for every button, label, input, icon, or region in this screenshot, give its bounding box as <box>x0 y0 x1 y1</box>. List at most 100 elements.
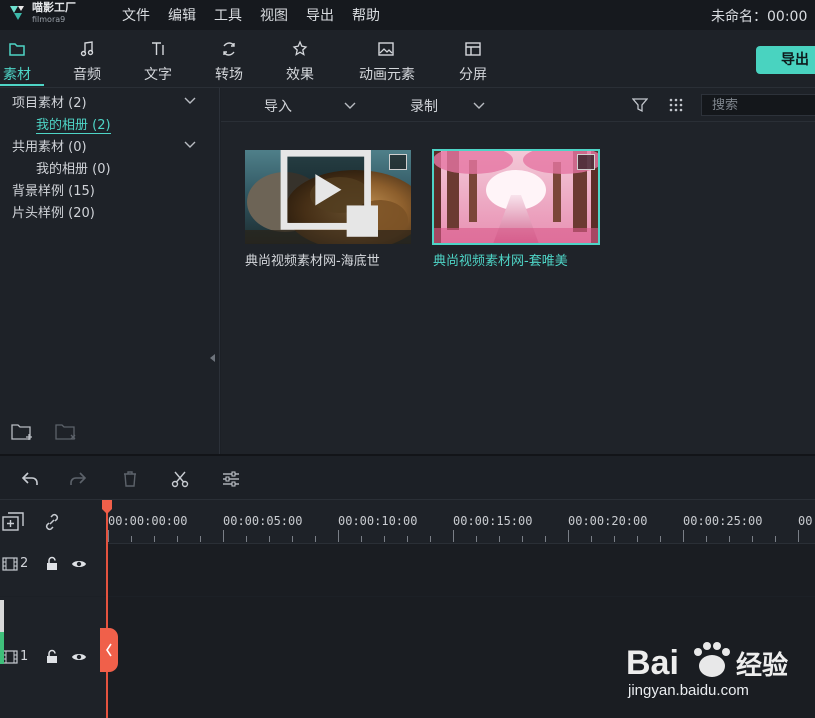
ruler-minor-tick <box>499 536 500 542</box>
ruler-time-label: 00 <box>798 514 813 528</box>
grid-view-icon[interactable] <box>668 97 684 113</box>
undo-icon[interactable] <box>20 470 40 488</box>
transition-icon <box>223 42 235 56</box>
tab-elements[interactable]: 动画元素 <box>359 40 415 86</box>
menu-export[interactable]: 导出 <box>306 5 334 25</box>
ruler-minor-tick <box>177 536 178 542</box>
ruler-minor-tick <box>131 536 132 542</box>
tab-label: 转场 <box>215 67 243 83</box>
tab-label: 分屏 <box>459 67 487 83</box>
logo-subtitle: filmora9 <box>32 15 66 24</box>
ruler-minor-tick <box>752 536 753 542</box>
ruler-minor-tick <box>407 536 408 542</box>
ruler-time-label: 00:00:05:00 <box>223 514 303 528</box>
record-label: 录制 <box>410 99 438 115</box>
ruler-minor-tick <box>154 536 155 542</box>
tree-item-my-album-project[interactable]: 我的相册 (2) <box>36 114 111 134</box>
filter-icon[interactable] <box>632 97 648 113</box>
track-lane-1[interactable] <box>106 597 815 718</box>
ruler-minor-tick <box>315 536 316 542</box>
adjust-settings-icon[interactable] <box>221 470 241 488</box>
record-dropdown[interactable]: 录制 <box>410 96 490 116</box>
audio-level-marker <box>0 632 4 664</box>
tab-label: 音频 <box>73 67 101 83</box>
import-dropdown[interactable]: 导入 <box>264 96 359 116</box>
ruler-minor-tick <box>591 536 592 542</box>
folder-icon <box>9 43 25 56</box>
tree-item-my-album-shared[interactable]: 我的相册 (0) <box>36 158 111 177</box>
export-button[interactable]: 导出 <box>756 46 815 74</box>
tab-media[interactable]: 素材 <box>0 40 44 86</box>
tree-item-shared-media[interactable]: 共用素材 (0) <box>12 136 87 155</box>
tab-split-screen[interactable]: 分屏 <box>446 40 500 86</box>
timeline-ruler[interactable]: 00:00:00:00 00:00:05:00 00:00:10:00 00:00:1… <box>106 500 815 544</box>
split-screen-icon <box>465 42 481 56</box>
tab-effects[interactable]: 效果 <box>273 40 327 86</box>
ruler-time-label: 00:00:20:00 <box>568 514 648 528</box>
ruler-minor-tick <box>706 536 707 542</box>
picture-in-picture-icon <box>280 150 378 237</box>
track-number: 1 <box>20 649 29 664</box>
track-number: 2 <box>20 556 29 571</box>
add-track-icon[interactable] <box>2 512 24 532</box>
lock-open-icon[interactable] <box>44 556 60 572</box>
ruler-minor-tick <box>729 536 730 542</box>
ruler-minor-tick <box>269 536 270 542</box>
clip-thumbnail-underwater <box>245 150 411 244</box>
tab-audio[interactable]: 音频 <box>60 40 114 86</box>
clip-name: 典尚视频素材网-套唯美 <box>433 254 568 269</box>
redo-icon[interactable] <box>68 470 88 488</box>
ruler-major-tick <box>798 530 799 542</box>
new-folder-icon[interactable] <box>10 422 34 442</box>
menu-edit[interactable]: 编辑 <box>168 5 196 25</box>
watermark-url: jingyan.baidu.com <box>628 682 749 699</box>
ruler-minor-tick <box>384 536 385 542</box>
tree-item-background-samples[interactable]: 背景样例 (15) <box>12 180 95 199</box>
video-type-icon <box>577 154 595 170</box>
ruler-minor-tick <box>637 536 638 542</box>
track-lane-2[interactable] <box>106 544 815 596</box>
menu-file[interactable]: 文件 <box>122 5 150 25</box>
ruler-major-tick <box>223 530 224 542</box>
module-tab-bar: 素材 音频 文字 转场 效果 动画元素 分屏 <box>0 30 815 88</box>
collapse-panel-icon[interactable] <box>210 354 216 362</box>
eye-icon[interactable] <box>71 649 87 665</box>
lock-open-icon[interactable] <box>44 649 60 665</box>
search-input[interactable] <box>701 94 815 116</box>
timeline-header-controls <box>0 500 106 544</box>
chevron-down-icon[interactable] <box>184 97 196 105</box>
tree-item-intro-samples[interactable]: 片头样例 (20) <box>12 202 95 221</box>
image-icon <box>378 42 394 56</box>
delete-folder-icon[interactable] <box>54 422 78 442</box>
document-title: 未命名：00:00 <box>711 9 808 25</box>
cut-icon[interactable] <box>170 470 190 488</box>
effects-icon <box>292 40 308 56</box>
tab-text[interactable]: 文字 <box>131 40 185 86</box>
tab-transition[interactable]: 转场 <box>202 40 256 86</box>
ruler-minor-tick <box>545 536 546 542</box>
menu-help[interactable]: 帮助 <box>352 5 380 25</box>
delete-icon[interactable] <box>120 470 140 488</box>
link-icon[interactable] <box>42 512 62 532</box>
clip-name: 典尚视频素材网-海底世 <box>245 254 380 269</box>
playhead-drag-handle[interactable] <box>100 628 118 672</box>
ruler-major-tick <box>453 530 454 542</box>
main-menu: 文件 编辑 工具 视图 导出 帮助 <box>122 0 380 30</box>
chevron-down-icon[interactable] <box>184 141 196 149</box>
track-header-2: 2 <box>0 544 106 596</box>
ruler-minor-tick <box>775 536 776 542</box>
menu-tools[interactable]: 工具 <box>214 5 242 25</box>
playhead-marker-icon[interactable] <box>102 500 112 514</box>
tree-item-project-media[interactable]: 项目素材 (2) <box>12 92 87 111</box>
ruler-minor-tick <box>292 536 293 542</box>
clip-edge-marker <box>0 600 4 632</box>
menu-view[interactable]: 视图 <box>260 5 288 25</box>
ruler-major-tick <box>108 530 109 542</box>
ruler-major-tick <box>338 530 339 542</box>
app-logo: 喵影工厂 filmora9 <box>6 2 116 28</box>
eye-icon[interactable] <box>71 556 87 572</box>
video-track-icon <box>2 650 18 664</box>
playhead-line[interactable] <box>106 500 108 718</box>
chevron-down-icon <box>473 102 485 109</box>
ruler-time-label: 00:00:25:00 <box>683 514 763 528</box>
